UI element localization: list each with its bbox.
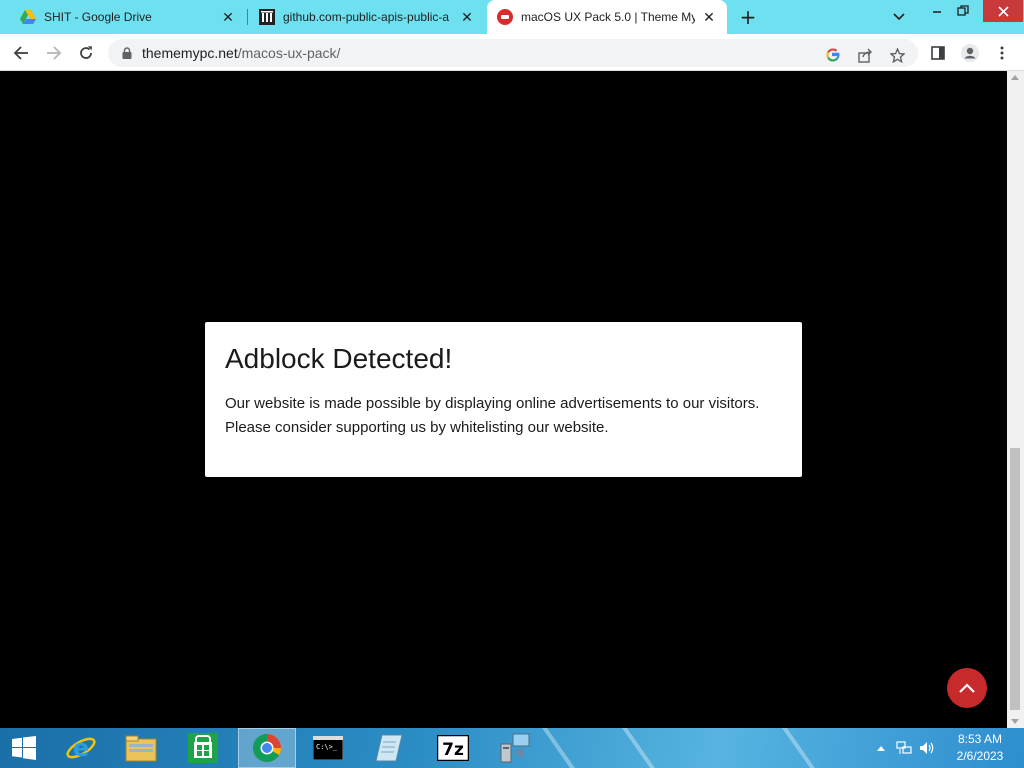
scroll-to-top-button[interactable]	[947, 668, 987, 708]
close-tab-icon[interactable]: ✕	[459, 9, 475, 25]
archive-building-icon	[259, 9, 275, 25]
browser-toolbar: thememypc.net/macos-ux-pack/	[0, 34, 1024, 71]
store-icon	[188, 733, 218, 763]
scroll-down-arrow-icon[interactable]	[1011, 719, 1019, 724]
page-viewport: Adblock Detected! Our website is made po…	[0, 71, 1007, 728]
clock-time: 8:53 AM	[957, 732, 1003, 746]
modal-message-line-1: Our website is made possible by displayi…	[225, 395, 760, 412]
wallpaper-streak	[774, 728, 830, 768]
internet-explorer-icon: e	[66, 734, 96, 762]
new-tab-icon[interactable]: +	[737, 5, 759, 29]
tab-title: github.com-public-apis-public-a	[283, 10, 450, 24]
modal-title: Adblock Detected!	[225, 343, 453, 374]
reload-icon[interactable]	[73, 40, 99, 66]
address-bar[interactable]: thememypc.net/macos-ux-pack/	[108, 39, 918, 67]
tab-macos-ux-pack[interactable]: macOS UX Pack 5.0 | Theme My ✕	[487, 0, 727, 34]
url-text: thememypc.net/macos-ux-pack/	[142, 45, 340, 61]
back-arrow-icon[interactable]	[8, 40, 34, 66]
folder-icon	[125, 735, 157, 762]
tab-github-public-apis[interactable]: github.com-public-apis-public-a ✕	[249, 0, 485, 34]
clock-date: 2/6/2023	[956, 749, 1004, 763]
volume-icon[interactable]	[916, 741, 938, 755]
clock[interactable]: 8:53 AM 2/6/2023	[950, 731, 1010, 765]
url-domain: thememypc.net	[142, 45, 238, 61]
google-chrome-button[interactable]	[238, 728, 296, 768]
remote-desktop-icon	[500, 733, 530, 763]
tab-separator	[247, 9, 248, 25]
7zip-icon: 7z	[437, 735, 469, 761]
scrollbar-thumb[interactable]	[1010, 448, 1020, 710]
windows-store-button[interactable]	[174, 728, 232, 768]
bookmark-star-icon[interactable]	[886, 44, 908, 66]
chrome-icon	[253, 734, 281, 762]
start-button[interactable]	[0, 728, 48, 768]
show-hidden-icons-icon[interactable]	[874, 745, 888, 751]
file-explorer-button[interactable]	[112, 728, 170, 768]
windows-taskbar: e C:\>_ 7z 8:53 AM 2/6/2023	[0, 728, 1024, 768]
notepad-icon	[375, 734, 403, 762]
google-icon[interactable]	[822, 44, 844, 66]
thememypc-icon	[497, 9, 513, 25]
system-tray	[874, 728, 938, 768]
google-drive-icon	[20, 9, 36, 25]
modal-message-line-2: Please consider supporting us by whiteli…	[225, 419, 609, 436]
share-icon[interactable]	[854, 44, 876, 66]
network-icon[interactable]	[892, 741, 916, 755]
close-window-icon[interactable]	[983, 0, 1023, 22]
page-scrollbar[interactable]	[1007, 71, 1024, 728]
tab-title: macOS UX Pack 5.0 | Theme My	[521, 10, 695, 24]
menu-kebab-icon[interactable]	[989, 40, 1015, 66]
close-tab-icon[interactable]: ✕	[220, 9, 236, 25]
7zip-button[interactable]: 7z	[424, 728, 482, 768]
remote-desktop-button[interactable]	[486, 728, 544, 768]
notepad-app-button[interactable]	[360, 728, 418, 768]
adblock-modal: Adblock Detected! Our website is made po…	[205, 322, 802, 477]
wallpaper-streak	[614, 728, 670, 768]
svg-text:7z: 7z	[442, 740, 464, 760]
svg-text:C:\>_: C:\>_	[316, 743, 338, 751]
internet-explorer-button[interactable]: e	[52, 728, 110, 768]
windows-logo-icon	[12, 736, 36, 760]
scroll-up-arrow-icon[interactable]	[1011, 75, 1019, 80]
tab-search-chevron-icon[interactable]	[888, 7, 910, 27]
close-tab-icon[interactable]: ✕	[701, 9, 717, 25]
tab-title: SHIT - Google Drive	[44, 10, 152, 24]
side-panel-icon[interactable]	[925, 40, 951, 66]
lock-icon[interactable]	[120, 47, 134, 59]
tab-strip: SHIT - Google Drive ✕ github.com-public-…	[0, 0, 1024, 34]
command-prompt-button[interactable]: C:\>_	[299, 728, 357, 768]
forward-arrow-icon[interactable]	[41, 40, 67, 66]
svg-text:e: e	[73, 734, 89, 762]
restore-window-icon[interactable]	[948, 0, 978, 22]
tab-google-drive[interactable]: SHIT - Google Drive ✕	[10, 0, 246, 34]
modal-message: Our website is made possible by displayi…	[225, 392, 782, 440]
terminal-icon: C:\>_	[313, 736, 343, 760]
chevron-up-icon	[959, 683, 975, 693]
url-path: /macos-ux-pack/	[237, 45, 341, 61]
profile-avatar-icon[interactable]	[957, 40, 983, 66]
